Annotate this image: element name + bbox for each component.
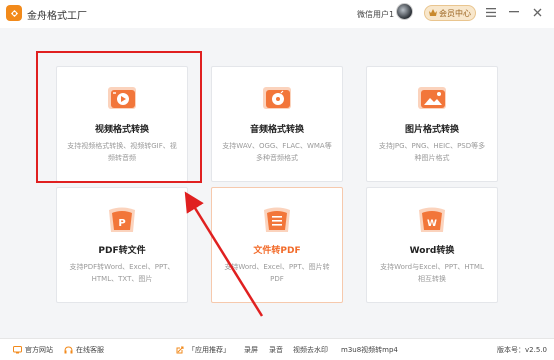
monitor-icon bbox=[13, 346, 22, 354]
link-audio-record[interactable]: 录音 bbox=[269, 345, 283, 355]
close-icon[interactable] bbox=[531, 6, 543, 18]
main-content: 视频格式转换 支持视频格式转换、视频转GIF、视频转音频 音频格式转换 支持WA… bbox=[0, 28, 554, 338]
avatar[interactable] bbox=[396, 3, 413, 20]
version-label: 版本号：v2.5.0 bbox=[497, 346, 547, 354]
status-bar: 官方网站 在线客服 「应用推荐」 录屏 录音 视频去水印 m3u8视频转mp4 … bbox=[0, 338, 554, 360]
title-bar: 金舟格式工厂 微信用户1 会员中心 bbox=[0, 0, 554, 28]
online-support-label: 在线客服 bbox=[76, 346, 104, 354]
recommend-group: 「应用推荐」 bbox=[176, 345, 230, 355]
crown-icon bbox=[429, 8, 437, 18]
link-m3u8-to-mp4[interactable]: m3u8视频转mp4 bbox=[341, 345, 398, 355]
official-website-link[interactable]: 官方网站 bbox=[13, 345, 53, 355]
minimize-icon[interactable] bbox=[508, 6, 520, 18]
recommend-label: 「应用推荐」 bbox=[188, 346, 230, 354]
vip-center-button[interactable]: 会员中心 bbox=[424, 5, 476, 21]
vip-center-label: 会员中心 bbox=[439, 8, 471, 18]
link-icon bbox=[176, 346, 184, 354]
arrow-line bbox=[184, 191, 264, 317]
official-website-label: 官方网站 bbox=[25, 346, 53, 354]
link-screen-record[interactable]: 录屏 bbox=[244, 345, 258, 355]
headset-icon bbox=[64, 346, 73, 354]
app-logo-icon bbox=[6, 5, 22, 21]
username-label[interactable]: 微信用户1 bbox=[357, 9, 394, 20]
menu-icon[interactable] bbox=[485, 6, 497, 18]
link-remove-watermark[interactable]: 视频去水印 bbox=[293, 345, 328, 355]
app-title: 金舟格式工厂 bbox=[27, 11, 87, 22]
online-support-link[interactable]: 在线客服 bbox=[64, 345, 104, 355]
annotation-arrow bbox=[184, 191, 264, 317]
